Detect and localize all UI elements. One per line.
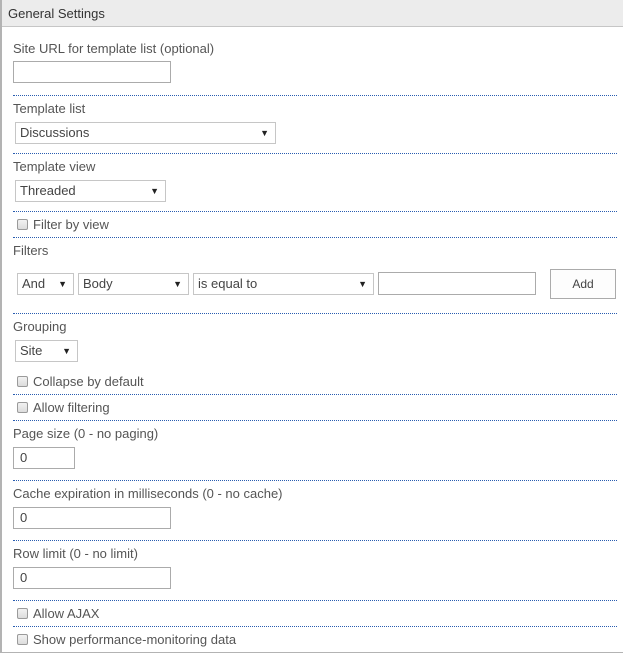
chevron-down-icon: ▼ [358,279,367,289]
filter-by-view-label: Filter by view [33,217,109,232]
collapse-by-default-checkbox[interactable]: Collapse by default [17,374,144,389]
checkbox-icon[interactable] [17,402,28,413]
allow-ajax-checkbox[interactable]: Allow AJAX [17,606,99,621]
divider [13,153,617,154]
divider [13,394,617,395]
divider [13,480,617,481]
checkbox-icon[interactable] [17,376,28,387]
template-view-value: Threaded [20,183,76,198]
filter-value-input[interactable] [378,272,536,295]
show-performance-data-checkbox[interactable]: Show performance-monitoring data [17,632,236,647]
cache-expiration-input[interactable]: 0 [13,507,171,529]
divider [13,211,617,212]
divider [13,540,617,541]
row-limit-input[interactable]: 0 [13,567,171,589]
template-list-label: Template list [13,101,86,116]
divider [13,237,617,238]
allow-filtering-checkbox[interactable]: Allow filtering [17,400,110,415]
divider [13,420,617,421]
chevron-down-icon: ▼ [62,346,71,356]
site-url-label: Site URL for template list (optional) [13,41,215,56]
filter-field-value: Body [83,276,113,291]
panel-title: General Settings [8,6,105,21]
grouping-value: Site [20,343,43,358]
template-list-value: Discussions [20,125,90,140]
filter-operator-value: And [22,276,46,291]
add-filter-button[interactable]: Add [550,269,616,299]
checkbox-icon[interactable] [17,608,28,619]
chevron-down-icon: ▼ [260,128,269,138]
divider [13,600,617,601]
template-list-select[interactable]: Discussions ▼ [15,122,276,144]
site-url-input[interactable] [13,61,171,83]
template-view-select[interactable]: Threaded ▼ [15,180,166,202]
checkbox-icon[interactable] [17,634,28,645]
page-size-label: Page size (0 - no paging) [13,426,159,441]
template-view-label: Template view [13,159,96,174]
grouping-select[interactable]: Site ▼ [15,340,78,362]
panel-header[interactable]: General Settings [2,0,623,27]
collapse-by-default-label: Collapse by default [33,374,144,389]
chevron-down-icon: ▼ [173,279,182,289]
page-size-input[interactable]: 0 [13,447,75,469]
divider [13,626,617,627]
chevron-down-icon: ▼ [58,279,67,289]
chevron-down-icon: ▼ [150,186,159,196]
divider [13,313,617,314]
filter-field-select[interactable]: Body ▼ [78,273,189,295]
cache-expiration-label: Cache expiration in milliseconds (0 - no… [13,486,283,501]
filter-condition-value: is equal to [198,276,258,291]
general-settings-panel: General Settings Site URL for template l… [0,0,623,653]
show-performance-data-label: Show performance-monitoring data [33,632,237,647]
divider [13,95,617,96]
row-limit-label: Row limit (0 - no limit) [13,546,138,561]
grouping-label: Grouping [13,319,67,334]
filter-by-view-checkbox[interactable]: Filter by view [17,217,109,232]
filter-condition-select[interactable]: is equal to ▼ [193,273,374,295]
allow-filtering-label: Allow filtering [33,400,110,415]
checkbox-icon[interactable] [17,219,28,230]
filter-operator-select[interactable]: And ▼ [17,273,74,295]
allow-ajax-label: Allow AJAX [33,606,100,621]
filters-label: Filters [13,243,49,258]
